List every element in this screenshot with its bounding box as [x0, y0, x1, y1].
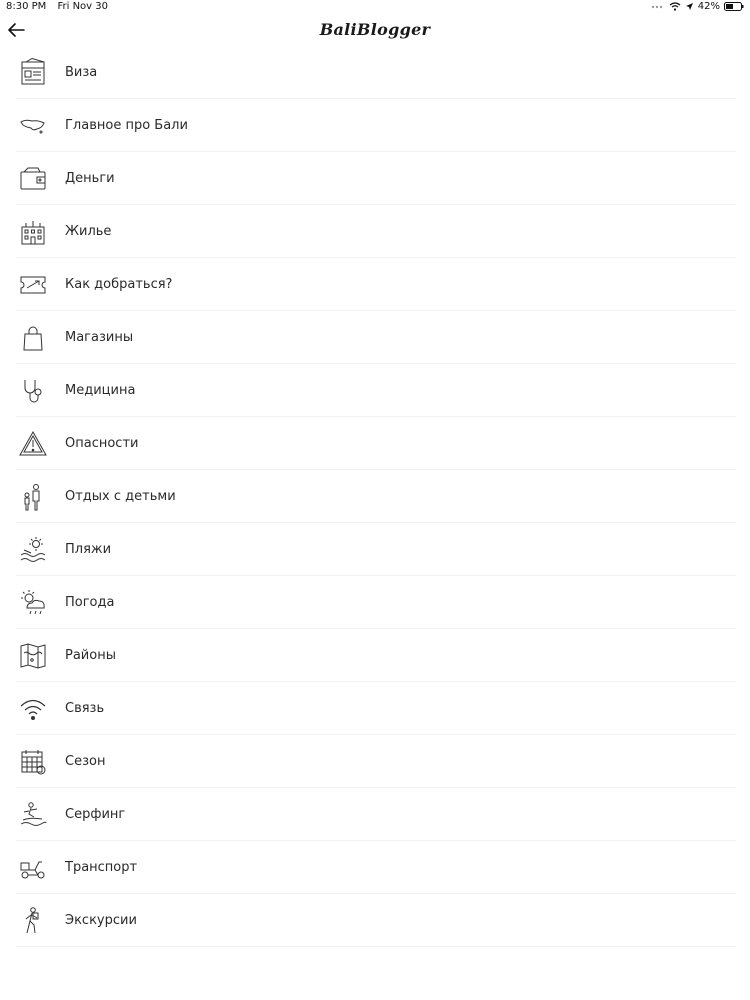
menu-item-label: Виза [65, 65, 98, 80]
map-icon [16, 639, 50, 673]
menu-item-label: Главное про Бали [65, 118, 188, 133]
bali-island-icon [16, 109, 50, 143]
wifi-icon [16, 692, 50, 726]
menu-item-medicine[interactable]: Медицина [16, 364, 736, 417]
menu-item-label: Серфинг [65, 807, 126, 822]
hotel-icon [16, 215, 50, 249]
menu-item-visa[interactable]: Виза [16, 46, 736, 99]
menu-item-label: Жилье [65, 224, 112, 239]
wifi-status-icon [669, 2, 681, 11]
menu-item-shops[interactable]: Магазины [16, 311, 736, 364]
menu-item-label: Пляжи [65, 542, 112, 557]
plane-ticket-icon [16, 268, 50, 302]
menu-item-housing[interactable]: Жилье [16, 205, 736, 258]
menu-item-districts[interactable]: Районы [16, 629, 736, 682]
menu-item-label: Медицина [65, 383, 136, 398]
menu-item-transport[interactable]: Транспорт [16, 841, 736, 894]
menu-item-connection[interactable]: Связь [16, 682, 736, 735]
menu-item-label: Магазины [65, 330, 134, 345]
menu-item-label: Деньги [65, 171, 115, 186]
beach-icon [16, 533, 50, 567]
stethoscope-icon [16, 374, 50, 408]
app-title-logo: BaliBlogger [319, 20, 431, 39]
hiker-icon [16, 904, 50, 938]
status-date: Fri Nov 30 [57, 1, 108, 12]
family-icon [16, 480, 50, 514]
warning-icon [16, 427, 50, 461]
calendar-icon [16, 745, 50, 779]
wallet-icon [16, 162, 50, 196]
menu-item-label: Районы [65, 648, 116, 663]
location-arrow-icon [685, 2, 694, 11]
menu-item-kids[interactable]: Отдых с детьми [16, 470, 736, 523]
status-bar: 8:30 PM Fri Nov 30 42% [0, 0, 750, 14]
menu-item-surfing[interactable]: Серфинг [16, 788, 736, 841]
battery-icon [724, 2, 744, 11]
menu-item-season[interactable]: Сезон [16, 735, 736, 788]
status-time: 8:30 PM [6, 1, 47, 12]
menu-item-money[interactable]: Деньги [16, 152, 736, 205]
menu-item-label: Опасности [65, 436, 139, 451]
scooter-icon [16, 851, 50, 885]
nav-bar: BaliBlogger [0, 14, 750, 46]
signal-dots-icon [651, 4, 665, 10]
menu-item-getting-there[interactable]: Как добраться? [16, 258, 736, 311]
menu-item-label: Связь [65, 701, 105, 716]
battery-percent: 42% [697, 1, 720, 12]
weather-icon [16, 586, 50, 620]
surfer-icon [16, 798, 50, 832]
menu-item-dangers[interactable]: Опасности [16, 417, 736, 470]
menu-item-label: Как добраться? [65, 277, 173, 292]
menu-item-label: Сезон [65, 754, 106, 769]
status-right: 42% [651, 1, 744, 12]
menu-item-excursions[interactable]: Экскурсии [16, 894, 736, 947]
menu-item-weather[interactable]: Погода [16, 576, 736, 629]
status-left: 8:30 PM Fri Nov 30 [6, 1, 116, 12]
visa-icon [16, 56, 50, 90]
menu-item-label: Транспорт [65, 860, 138, 875]
menu-item-bali[interactable]: Главное про Бали [16, 99, 736, 152]
menu-list: Виза Главное про Бали Деньги Жилье Как д… [0, 46, 750, 947]
menu-item-label: Экскурсии [65, 913, 137, 928]
shopping-bag-icon [16, 321, 50, 355]
menu-item-beaches[interactable]: Пляжи [16, 523, 736, 576]
menu-item-label: Отдых с детьми [65, 489, 176, 504]
menu-item-label: Погода [65, 595, 115, 610]
